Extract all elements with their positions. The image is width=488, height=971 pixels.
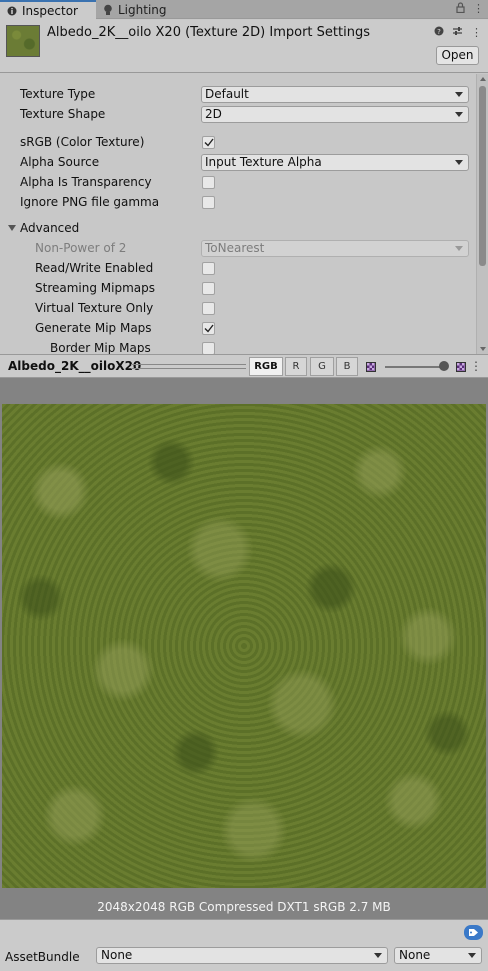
texture-type-row: Texture Type Default bbox=[0, 84, 476, 104]
preview-menu-icon[interactable]: ⋮ bbox=[470, 359, 482, 373]
read-write-row: Read/Write Enabled bbox=[0, 258, 476, 278]
channel-b-button[interactable]: B bbox=[336, 357, 358, 376]
texture-image bbox=[2, 404, 486, 888]
channel-rgb-button[interactable]: RGB bbox=[249, 357, 283, 376]
mip-large-icon bbox=[456, 362, 466, 372]
alpha-source-value: Input Texture Alpha bbox=[205, 154, 322, 169]
inspector-header: Albedo_2K__oilo X20 (Texture 2D) Import … bbox=[0, 20, 488, 73]
non-power-of-2-dropdown: ToNearest bbox=[201, 239, 469, 257]
alpha-source-label: Alpha Source bbox=[20, 155, 100, 169]
alpha-transparency-checkbox[interactable] bbox=[202, 175, 215, 189]
ignore-png-gamma-row: Ignore PNG file gamma bbox=[0, 192, 476, 212]
foldout-arrow-icon[interactable] bbox=[8, 225, 16, 231]
virtual-texture-checkbox[interactable] bbox=[202, 301, 215, 315]
non-power-of-2-label: Non-Power of 2 bbox=[35, 241, 127, 255]
channel-r-button[interactable]: R bbox=[285, 357, 307, 376]
presets-icon[interactable] bbox=[452, 26, 463, 39]
context-menu-icon[interactable]: ⋮ bbox=[471, 26, 482, 39]
lock-icon[interactable] bbox=[456, 2, 465, 16]
border-mipmaps-row: Border Mip Maps bbox=[0, 338, 476, 354]
srgb-checkbox[interactable] bbox=[202, 135, 215, 149]
scroll-up-icon[interactable] bbox=[480, 77, 486, 81]
asset-bundle-name-dropdown[interactable]: None bbox=[96, 947, 388, 964]
tab-bar-controls: ⋮ bbox=[456, 2, 484, 16]
scroll-down-icon[interactable] bbox=[480, 347, 486, 351]
header-icons: ? ⋮ bbox=[434, 26, 482, 39]
asset-bundle-bar: AssetBundle None None bbox=[0, 919, 488, 971]
texture-type-dropdown[interactable]: Default bbox=[201, 85, 469, 103]
alpha-source-row: Alpha Source Input Texture Alpha bbox=[0, 152, 476, 172]
chevron-down-icon bbox=[468, 953, 476, 958]
chevron-down-icon bbox=[455, 111, 463, 117]
tab-inspector-label: Inspector bbox=[22, 4, 78, 18]
texture-preview[interactable]: 2048x2048 RGB Compressed DXT1 sRGB 2.7 M… bbox=[0, 378, 488, 919]
alpha-transparency-label: Alpha Is Transparency bbox=[20, 175, 152, 189]
preview-toolbar: Albedo_2K__oiloX20 RGB R G B ⋮ bbox=[0, 354, 488, 378]
srgb-label: sRGB (Color Texture) bbox=[20, 135, 145, 149]
texture-info: 2048x2048 RGB Compressed DXT1 sRGB 2.7 M… bbox=[97, 900, 391, 914]
advanced-foldout[interactable]: Advanced bbox=[0, 218, 476, 238]
asset-bundle-name-value: None bbox=[101, 948, 133, 962]
border-mipmaps-checkbox[interactable] bbox=[202, 341, 215, 354]
texture-shape-dropdown[interactable]: 2D bbox=[201, 105, 469, 123]
read-write-label: Read/Write Enabled bbox=[35, 261, 154, 275]
chevron-down-icon bbox=[374, 953, 382, 958]
alpha-transparency-row: Alpha Is Transparency bbox=[0, 172, 476, 192]
texture-thumbnail bbox=[6, 25, 40, 57]
border-mipmaps-label: Border Mip Maps bbox=[50, 341, 151, 354]
ignore-png-gamma-checkbox[interactable] bbox=[202, 195, 215, 209]
srgb-row: sRGB (Color Texture) bbox=[0, 132, 476, 152]
asset-bundle-variant-value: None bbox=[399, 948, 431, 962]
chevron-down-icon bbox=[455, 245, 463, 251]
channel-g-button[interactable]: G bbox=[310, 357, 334, 376]
chevron-down-icon bbox=[455, 91, 463, 97]
streaming-mipmaps-checkbox[interactable] bbox=[202, 281, 215, 295]
asset-title: Albedo_2K__oilo X20 (Texture 2D) Import … bbox=[47, 25, 370, 40]
read-write-checkbox[interactable] bbox=[202, 261, 215, 275]
ignore-png-gamma-label: Ignore PNG file gamma bbox=[20, 195, 160, 209]
svg-text:?: ? bbox=[437, 28, 441, 36]
non-power-of-2-row: Non-Power of 2 ToNearest bbox=[0, 238, 476, 258]
non-power-of-2-value: ToNearest bbox=[205, 240, 265, 255]
checkmark-icon bbox=[204, 138, 214, 147]
preview-title: Albedo_2K__oiloX20 bbox=[8, 359, 142, 373]
resize-grip[interactable] bbox=[131, 364, 246, 369]
alpha-source-dropdown[interactable]: Input Texture Alpha bbox=[201, 153, 469, 171]
advanced-label: Advanced bbox=[20, 221, 80, 235]
mip-small-icon bbox=[366, 362, 376, 372]
help-icon[interactable]: ? bbox=[434, 26, 444, 39]
virtual-texture-label: Virtual Texture Only bbox=[35, 301, 154, 315]
texture-type-label: Texture Type bbox=[20, 87, 96, 101]
generate-mipmaps-checkbox[interactable] bbox=[202, 321, 215, 335]
texture-shape-value: 2D bbox=[205, 106, 222, 121]
texture-type-value: Default bbox=[205, 86, 249, 101]
texture-shape-row: Texture Shape 2D bbox=[0, 104, 476, 124]
open-button[interactable]: Open bbox=[436, 46, 479, 65]
streaming-mipmaps-row: Streaming Mipmaps bbox=[0, 278, 476, 298]
generate-mipmaps-row: Generate Mip Maps bbox=[0, 318, 476, 338]
tab-inspector[interactable]: Inspector bbox=[0, 0, 96, 20]
tab-menu-icon[interactable]: ⋮ bbox=[473, 2, 484, 16]
texture-shape-label: Texture Shape bbox=[20, 107, 106, 121]
mip-slider-knob[interactable] bbox=[439, 361, 449, 371]
chevron-down-icon bbox=[455, 159, 463, 165]
asset-bundle-variant-dropdown[interactable]: None bbox=[394, 947, 482, 964]
checkmark-icon bbox=[204, 324, 214, 333]
tab-bar: Inspector Lighting ⋮ bbox=[0, 0, 488, 20]
settings-scrollbar[interactable] bbox=[476, 74, 488, 354]
mip-level-slider[interactable] bbox=[385, 366, 445, 368]
tab-lighting[interactable]: Lighting bbox=[96, 0, 176, 19]
virtual-texture-row: Virtual Texture Only bbox=[0, 298, 476, 318]
info-icon bbox=[7, 6, 17, 16]
scrollbar-thumb[interactable] bbox=[479, 86, 486, 266]
import-settings: Texture Type Default Texture Shape 2D sR… bbox=[0, 74, 476, 354]
asset-bundle-label: AssetBundle bbox=[5, 950, 80, 964]
streaming-mipmaps-label: Streaming Mipmaps bbox=[35, 281, 156, 295]
bulb-icon bbox=[103, 4, 113, 16]
label-tag-icon[interactable] bbox=[464, 925, 483, 940]
tab-lighting-label: Lighting bbox=[118, 2, 167, 17]
generate-mipmaps-label: Generate Mip Maps bbox=[35, 321, 152, 335]
